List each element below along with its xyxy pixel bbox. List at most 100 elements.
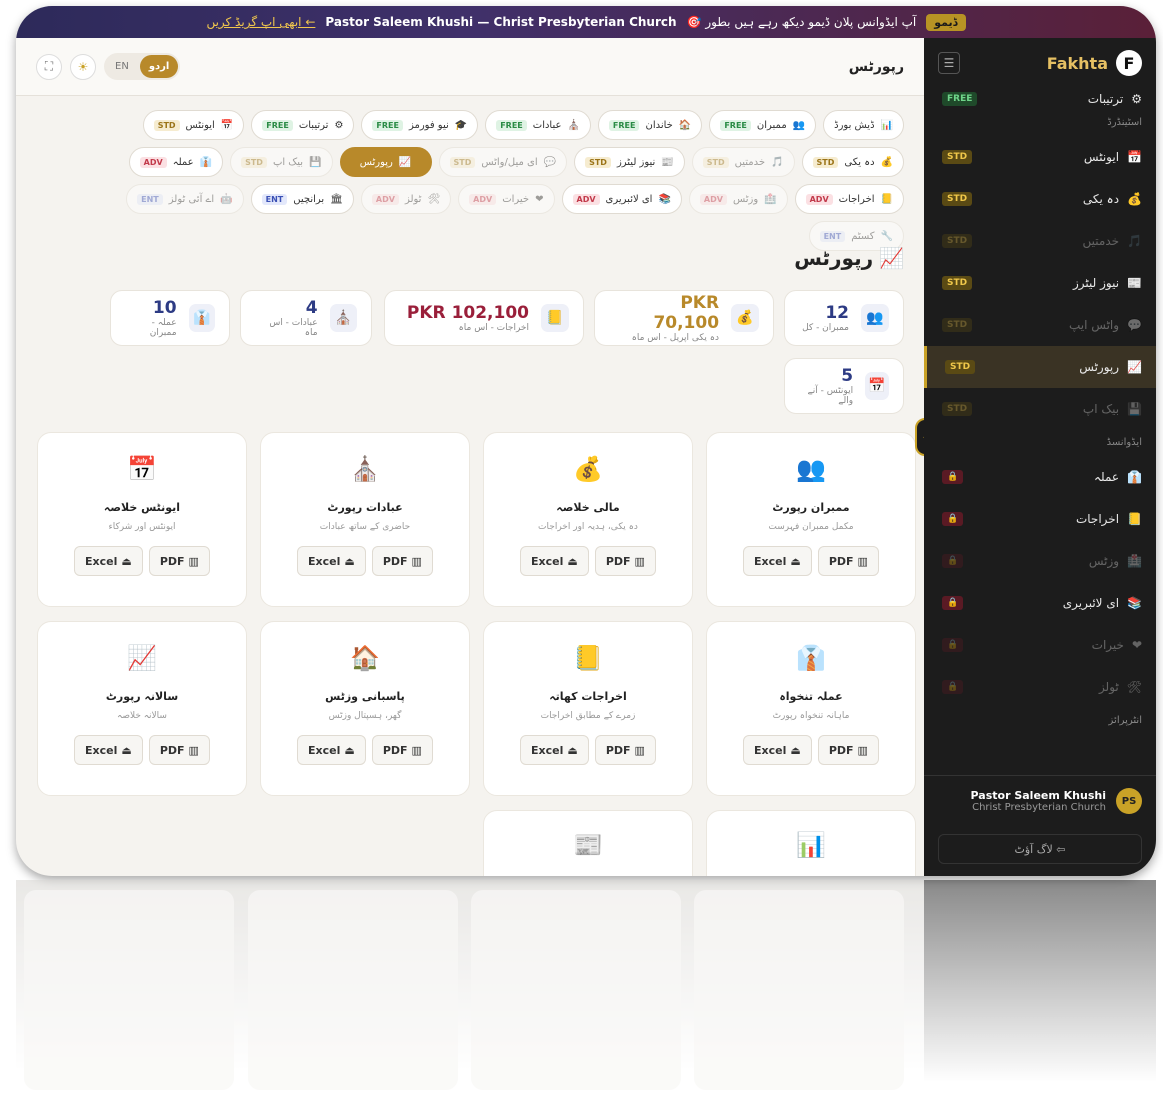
module-pill[interactable]: ENT اے آئی ٹولز 🤖 — [126, 184, 244, 214]
pdf-button[interactable]: PDF ▥ — [817, 735, 879, 765]
sidebar-item[interactable]: STD نیوز لیٹرز 📰 — [924, 262, 1156, 304]
module-pill[interactable]: ADV وزٹس 🏥 — [688, 184, 788, 214]
sidebar-item[interactable]: STD رپورٹس 📈 — [924, 346, 1156, 388]
excel-button[interactable]: Excel ⏏ — [297, 546, 366, 576]
module-pill[interactable]: ڈیش بورڈ 📊 — [823, 110, 904, 140]
chart-icon: ▥ — [411, 554, 422, 568]
pdf-button[interactable]: PDF ▥ — [148, 735, 210, 765]
pill-badge: STD — [449, 156, 476, 168]
stat-card: 4 عبادات - اس ماہ ⛪ — [240, 290, 372, 346]
module-pill[interactable]: STD نیوز لیٹرز 📰 — [574, 147, 685, 177]
logout-button[interactable]: لاگ آؤٹ ⇦ — [938, 834, 1142, 864]
module-pill[interactable]: ADV ای لائبریری 📚 — [561, 184, 682, 214]
module-pill[interactable]: STD بیک اپ 💾 — [230, 147, 333, 177]
sidebar-item[interactable]: STD ایونٹس 📅 — [924, 136, 1156, 178]
module-pill[interactable]: FREE عبادات ⛪ — [485, 110, 591, 140]
sidebar-item[interactable]: 🔒 خیرات ❤ — [924, 624, 1156, 666]
app-window: ابھی اپ گریڈ کریں ← Pastor Saleem Khushi… — [16, 6, 1156, 876]
module-pill[interactable]: ADV خیرات ❤ — [458, 184, 555, 214]
module-pill[interactable]: FREE ممبران 👥 — [709, 110, 817, 140]
pdf-button[interactable]: PDF ▥ — [594, 735, 656, 765]
sidebar-item-icon: 💬 — [1127, 318, 1142, 332]
sidebar-item-settings[interactable]: FREE ترتیبات ⚙ — [924, 88, 1156, 110]
sidebar-item[interactable]: 🔒 وزٹس 🏥 — [924, 540, 1156, 582]
module-pill[interactable]: ADV عملہ 👔 — [128, 147, 224, 177]
pill-label: دہ یکی — [844, 156, 875, 168]
theme-toggle-icon[interactable]: ☀ — [70, 53, 96, 80]
excel-button[interactable]: Excel ⏏ — [520, 735, 589, 765]
module-pill[interactable]: STD ایونٹس 📅 — [142, 110, 245, 140]
brand-name: Fakhta — [1046, 53, 1108, 73]
module-pill[interactable]: FREE نیو فورمز 🎓 — [361, 110, 479, 140]
pdf-button[interactable]: PDF ▥ — [817, 546, 879, 576]
excel-label: Excel — [85, 554, 118, 568]
pill-label: ڈیش بورڈ — [834, 119, 875, 131]
excel-button[interactable]: Excel ⏏ — [74, 735, 143, 765]
sidebar-item[interactable]: STD دہ یکی 💰 — [924, 178, 1156, 220]
lang-en[interactable]: EN — [106, 55, 138, 78]
module-pill[interactable]: FREE خاندان 🏠 — [597, 110, 703, 140]
sidebar-section-enterprise: انٹرپرائز — [1108, 715, 1142, 726]
stat-label: عملہ - ممبران — [149, 318, 177, 338]
sidebar-item[interactable]: 🔒 عملہ 👔 — [924, 456, 1156, 498]
module-pill[interactable]: STD ای میل/واٹس 💬 — [438, 147, 568, 177]
pill-badge: FREE — [720, 119, 751, 131]
excel-button[interactable]: Excel ⏏ — [297, 735, 366, 765]
excel-label: Excel — [308, 554, 341, 568]
module-pill[interactable]: ENT برانچیں 🏛 — [250, 184, 354, 214]
pill-badge: ADV — [139, 156, 167, 168]
lang-urdu[interactable]: اردو — [139, 55, 179, 78]
report-card: 📅 ایونٹس خلاصہ ایونٹس اور شرکاء Excel ⏏ PDF ▥ — [37, 432, 247, 607]
pdf-button[interactable]: PDF ▥ — [371, 735, 433, 765]
pdf-label: PDF — [605, 743, 631, 757]
pdf-label: PDF — [159, 554, 185, 568]
pdf-button[interactable]: PDF ▥ — [594, 546, 656, 576]
sidebar-item-label: ایونٹس — [1083, 150, 1120, 164]
sidebar-item[interactable]: STD خدمتیں 🎵 — [924, 220, 1156, 262]
sidebar-item-label: وزٹس — [1088, 554, 1120, 568]
sidebar-item[interactable]: STD واٹس ایپ 💬 — [924, 304, 1156, 346]
upgrade-link[interactable]: ابھی اپ گریڈ کریں ← — [206, 15, 315, 29]
excel-label: Excel — [85, 743, 118, 757]
pill-icon: 🎓 — [454, 119, 468, 131]
brand[interactable]: Fakhta F — [1047, 50, 1142, 76]
reports-heading: رپورٹس 📈 — [794, 246, 904, 270]
page-title: رپورٹس — [848, 58, 904, 75]
excel-label: Excel — [308, 743, 341, 757]
sidebar-item[interactable]: 🔒 اخراجات 📒 — [924, 498, 1156, 540]
sidebar-item[interactable]: STD بیک اپ 💾 — [924, 388, 1156, 430]
pill-icon: 🤖 — [220, 193, 233, 205]
upload-icon: ⏏ — [344, 743, 355, 757]
module-pill[interactable]: FREE ترتیبات ⚙ — [251, 110, 355, 140]
sidebar-item[interactable]: 🔒 ای لائبریری 📚 — [924, 582, 1156, 624]
fullscreen-icon[interactable]: ⛶ — [36, 53, 62, 80]
module-pill[interactable]: رپورٹس 📈 — [339, 147, 432, 177]
sidebar-item-label: خیرات — [1091, 638, 1124, 652]
chart-icon: ▥ — [634, 743, 645, 757]
pdf-button[interactable]: PDF ▥ — [371, 546, 433, 576]
module-pill[interactable]: ADV اخراجات 📒 — [794, 184, 904, 214]
report-subtitle: مکمل ممبران فہرست — [768, 522, 854, 532]
language-switch[interactable]: EN اردو — [104, 53, 181, 80]
menu-icon[interactable]: ☰ — [938, 52, 960, 74]
pill-icon: ❤ — [535, 193, 544, 205]
stat-value: 5 — [841, 366, 854, 386]
user-profile[interactable]: Pastor Saleem Khushi Christ Presbyterian… — [924, 775, 1156, 826]
excel-button[interactable]: Excel ⏏ — [520, 546, 589, 576]
pdf-button[interactable]: PDF ▥ — [148, 546, 210, 576]
module-pill[interactable]: STD خدمتیں 🎵 — [691, 147, 795, 177]
module-pill[interactable]: STD دہ یکی 💰 — [801, 147, 904, 177]
excel-button[interactable]: Excel ⏏ — [74, 546, 143, 576]
excel-button[interactable]: Excel ⏏ — [743, 735, 812, 765]
pill-label: برانچیں — [293, 193, 325, 205]
pill-icon: ⚙ — [334, 119, 344, 131]
sidebar-item[interactable]: 🔒 ٹولز 🛠 — [924, 666, 1156, 708]
sidebar-item-icon: 🎵 — [1127, 234, 1142, 248]
module-pill[interactable]: ADV ٹولز 🛠 — [360, 184, 452, 214]
stat-value: PKR 102,100 — [406, 303, 529, 323]
report-card: 📊 — [706, 810, 916, 876]
excel-label: Excel — [531, 743, 564, 757]
report-icon: 📊 — [796, 831, 826, 859]
pill-label: وزٹس — [732, 193, 759, 205]
excel-button[interactable]: Excel ⏏ — [743, 546, 812, 576]
